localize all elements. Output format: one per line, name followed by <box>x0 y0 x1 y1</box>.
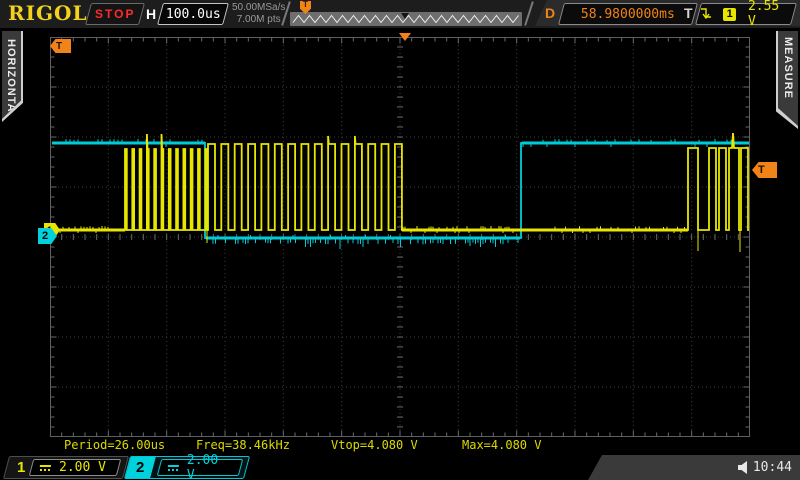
channel2-scale: 2.00 V <box>187 453 232 480</box>
delay-value: 58.9800000ms <box>581 7 675 22</box>
trigger-source-badge: 1 <box>723 8 735 21</box>
run-state-label: STOP <box>95 7 135 21</box>
tab-horizontal-label: HORIZONTAL <box>5 39 17 120</box>
rigol-logo: RIGOL <box>8 1 88 25</box>
falling-edge-icon <box>699 7 711 22</box>
run-state-indicator[interactable]: STOP <box>85 3 145 25</box>
channel2-number: 2 <box>136 459 144 476</box>
channel1-status[interactable]: 1 2.00 V <box>3 456 129 479</box>
channel1-number: 1 <box>17 459 25 476</box>
measurement-max: Max=4.080 V <box>462 438 541 452</box>
timebase-box[interactable]: 100.0us <box>157 3 229 25</box>
trigger-position-letter: T <box>303 1 308 14</box>
trigger-position-marker[interactable] <box>399 33 411 41</box>
tab-measure-label: MEASURE <box>782 37 794 99</box>
speaker-icon <box>738 461 750 474</box>
measurement-period: Period=26.00us <box>64 438 165 452</box>
dc-coupling-icon <box>40 465 51 471</box>
measurement-vtop: Vtop=4.080 V <box>331 438 418 452</box>
sample-rate: 50.00MSa/s <box>232 2 285 14</box>
corner-trigger-letter: T <box>56 41 62 52</box>
timebase-value: 100.0us <box>166 7 221 22</box>
dc-coupling-icon <box>168 465 179 471</box>
trigger-box[interactable]: 1 2.55 V <box>695 3 797 25</box>
channel2-status[interactable]: 2 2.00 V <box>124 456 250 479</box>
trigger-level-value: 2.55 V <box>748 0 793 29</box>
bottom-status-bar: 1 2.00 V 2 2.00 V 10:44 <box>0 455 800 480</box>
acquisition-info: 50.00MSa/s 7.00M pts <box>232 2 285 26</box>
divider <box>524 1 534 25</box>
oscilloscope-screen: RIGOL STOP H 100.0us 50.00MSa/s 7.00M pt… <box>0 0 800 480</box>
horizontal-label: H <box>146 6 156 22</box>
measurement-freq: Freq=38.46kHz <box>196 438 290 452</box>
channel1-scale: 2.00 V <box>59 460 106 475</box>
waveform-display <box>0 0 800 480</box>
memory-depth: 7.00M pts <box>232 14 285 26</box>
channel2-badge: 2 <box>125 457 156 478</box>
delay-box[interactable]: 58.9800000ms <box>558 3 698 25</box>
ch2-ground-label: 2 <box>42 230 48 242</box>
screen-position-icon <box>401 13 409 19</box>
clock: 10:44 <box>753 460 792 475</box>
trigger-label: T <box>684 5 693 21</box>
trigger-level-letter: T <box>758 164 765 176</box>
delay-label: D <box>545 5 555 21</box>
top-status-bar: RIGOL STOP H 100.0us 50.00MSa/s 7.00M pt… <box>0 0 800 28</box>
